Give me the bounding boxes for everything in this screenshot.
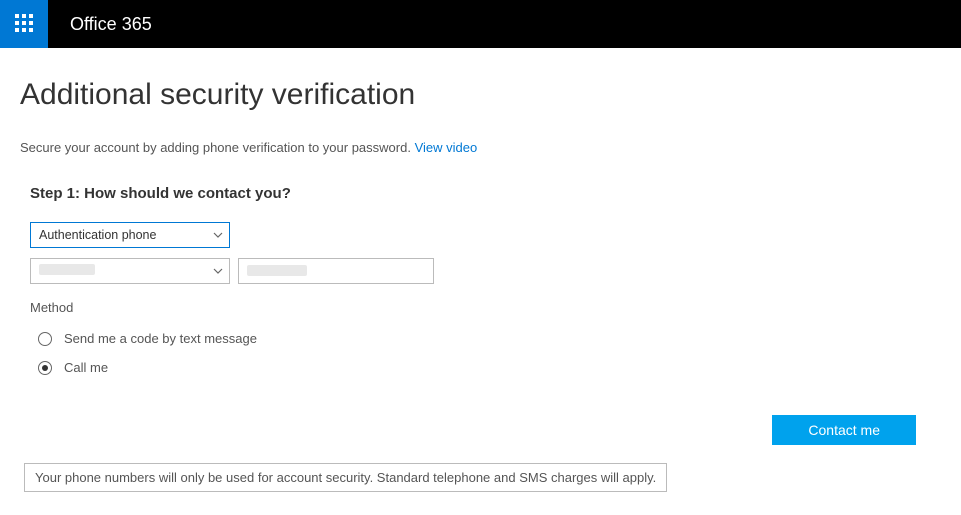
redacted-value bbox=[39, 264, 95, 275]
contact-method-selected: Authentication phone bbox=[31, 223, 229, 247]
page-description: Secure your account by adding phone veri… bbox=[20, 140, 941, 155]
waffle-icon bbox=[14, 13, 34, 36]
contact-me-button[interactable]: Contact me bbox=[772, 415, 916, 445]
method-label: Method bbox=[30, 300, 941, 315]
description-text: Secure your account by adding phone veri… bbox=[20, 140, 415, 155]
radio-icon bbox=[38, 332, 52, 346]
redacted-value bbox=[247, 265, 307, 276]
privacy-notice: Your phone numbers will only be used for… bbox=[24, 463, 667, 492]
radio-call-me[interactable]: Call me bbox=[38, 360, 941, 375]
step-title: Step 1: How should we contact you? bbox=[30, 185, 941, 202]
contact-method-select[interactable]: Authentication phone bbox=[30, 222, 230, 248]
phone-number-input[interactable] bbox=[238, 258, 434, 284]
view-video-link[interactable]: View video bbox=[415, 140, 478, 155]
main-content: Additional security verification Secure … bbox=[0, 48, 961, 512]
brand-title: Office 365 bbox=[70, 14, 152, 35]
country-code-selected bbox=[31, 259, 229, 283]
page-title: Additional security verification bbox=[20, 78, 941, 112]
radio-text-message[interactable]: Send me a code by text message bbox=[38, 331, 941, 346]
app-launcher-button[interactable] bbox=[0, 0, 48, 48]
country-code-select[interactable] bbox=[30, 258, 230, 284]
radio-label: Call me bbox=[64, 360, 108, 375]
radio-label: Send me a code by text message bbox=[64, 331, 257, 346]
top-bar: Office 365 bbox=[0, 0, 961, 48]
radio-icon bbox=[38, 361, 52, 375]
